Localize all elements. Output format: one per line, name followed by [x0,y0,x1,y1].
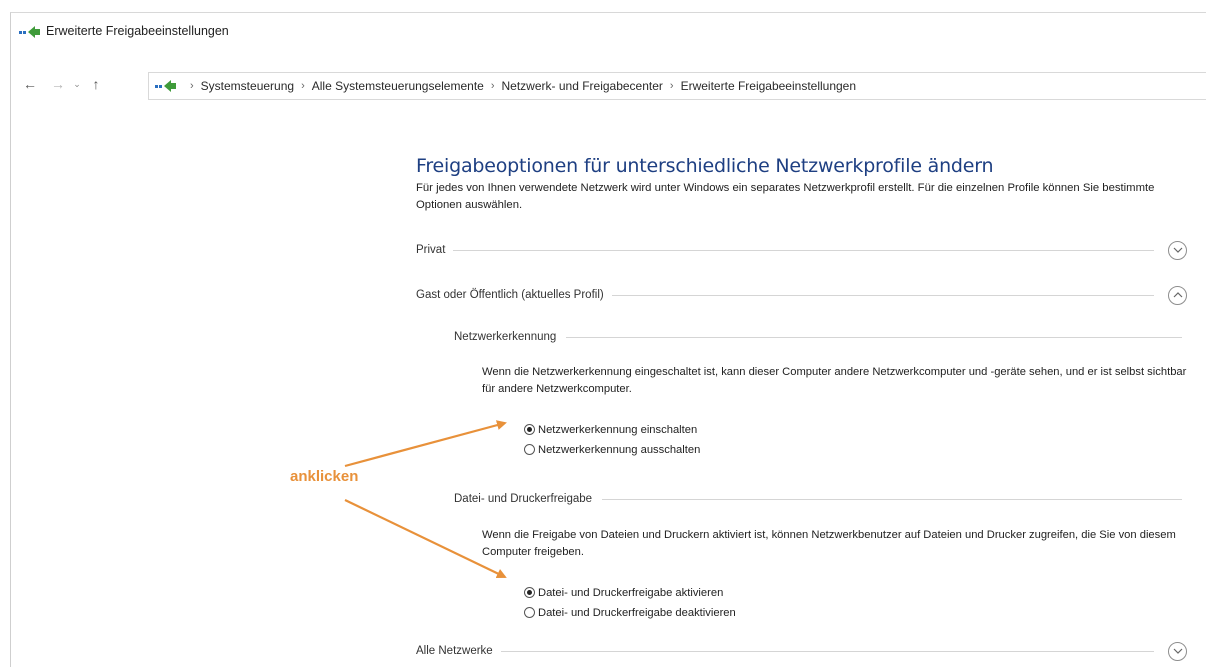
discovery-title: Netzwerkerkennung [454,331,557,343]
divider [566,336,1182,338]
annotation-label: anklicken [290,468,359,485]
breadcrumb-alle-elemente[interactable]: Alle Systemsteuerungselemente [312,79,484,93]
window-title: Erweiterte Freigabeeinstellungen [46,24,229,38]
radio-unselected-icon[interactable] [524,607,535,618]
collapse-chevron-icon[interactable] [1168,285,1187,305]
title-bar: Erweiterte Freigabeeinstellungen [11,13,1206,49]
divider [453,249,1154,251]
back-arrow-icon[interactable]: ← [21,75,39,93]
radio-discovery-on[interactable]: Netzwerkerkennung einschalten [524,421,697,438]
radio-label: Netzwerkerkennung ausschalten [538,443,701,456]
sharing-header: Datei- und Druckerfreigabe [454,490,1182,508]
up-arrow-icon[interactable]: ↑ [87,75,105,93]
divider [611,294,1154,296]
profile-label-all: Alle Netzwerke [416,645,493,657]
breadcrumb-erweiterte-freigabe[interactable]: Erweiterte Freigabeeinstellungen [681,79,856,93]
divider [602,498,1182,500]
profile-label-guest: Gast oder Öffentlich (aktuelles Profil) [416,289,604,301]
navigation-bar: ← → ⌄ ↑ › Systemsteuerung › Alle Systems… [11,70,1206,100]
radio-selected-icon[interactable] [524,424,535,435]
discovery-description: Wenn die Netzwerkerkennung eingeschaltet… [482,366,1187,395]
breadcrumb-separator: › [669,80,674,92]
network-sharing-icon [155,80,176,92]
settings-content: Freigabeoptionen für unterschiedliche Ne… [11,113,1206,667]
sharing-title: Datei- und Druckerfreigabe [454,493,593,505]
radio-sharing-on[interactable]: Datei- und Druckerfreigabe aktivieren [524,584,723,601]
breadcrumb-systemsteuerung[interactable]: Systemsteuerung [201,79,294,93]
radio-selected-icon[interactable] [524,587,535,598]
profile-header-private[interactable]: Privat [416,239,1187,261]
network-sharing-icon [19,26,40,38]
radio-unselected-icon[interactable] [524,444,535,455]
page-title: Freigabeoptionen für unterschiedliche Ne… [416,155,994,177]
profile-header-guest[interactable]: Gast oder Öffentlich (aktuelles Profil) [416,284,1187,306]
discovery-header: Netzwerkerkennung [454,328,1182,346]
recent-locations-chevron-icon[interactable]: ⌄ [68,75,86,93]
profile-label-private: Privat [416,244,446,256]
breadcrumb-separator: › [301,80,305,92]
breadcrumb-separator: › [190,80,194,92]
intro-text: Für jedes von Ihnen verwendete Netzwerk … [416,182,1155,211]
breadcrumb-netzwerkcenter[interactable]: Netzwerk- und Freigabecenter [502,79,663,93]
radio-discovery-off[interactable]: Netzwerkerkennung ausschalten [524,441,700,458]
address-bar[interactable]: › Systemsteuerung › Alle Systemsteuerung… [148,72,1206,100]
profile-header-all[interactable]: Alle Netzwerke [416,640,1187,662]
forward-arrow-icon[interactable]: → [49,75,67,93]
radio-label: Netzwerkerkennung einschalten [538,423,698,436]
expand-chevron-icon[interactable] [1168,641,1187,661]
radio-sharing-off[interactable]: Datei- und Druckerfreigabe deaktivieren [524,604,736,621]
breadcrumb-separator: › [490,80,495,92]
sharing-description: Wenn die Freigabe von Dateien und Drucke… [482,529,1176,558]
radio-label: Datei- und Druckerfreigabe deaktivieren [538,606,736,619]
divider [500,650,1154,652]
expand-chevron-icon[interactable] [1168,240,1187,260]
radio-label: Datei- und Druckerfreigabe aktivieren [538,586,724,599]
control-panel-window: Erweiterte Freigabeeinstellungen ← → ⌄ ↑… [10,12,1206,667]
